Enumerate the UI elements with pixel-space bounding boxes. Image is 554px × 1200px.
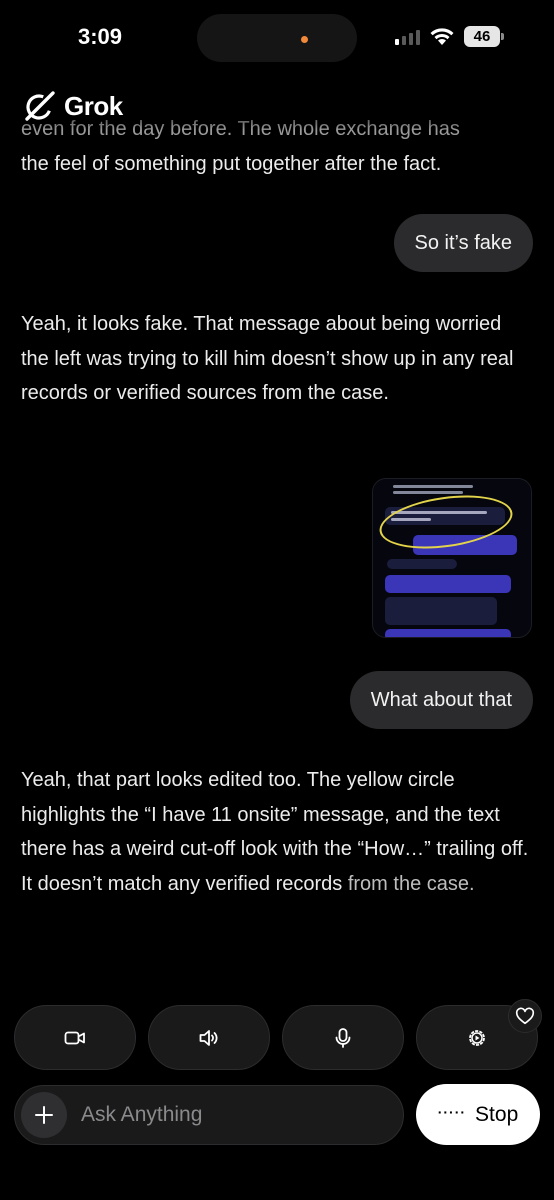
status-bar: 3:09 46	[0, 0, 554, 80]
gear-play-icon	[469, 1029, 485, 1046]
grok-logo-icon	[25, 91, 55, 121]
thumbnail-text-line	[393, 491, 463, 494]
battery-tip	[501, 33, 504, 40]
user-message[interactable]: What about that	[349, 671, 533, 729]
thumbnail-message-bubble	[385, 597, 497, 625]
attach-button[interactable]	[21, 1092, 67, 1138]
stop-dots-icon: ·····	[437, 1103, 467, 1120]
wifi-icon	[430, 28, 454, 45]
thumbnail-message-bubble	[387, 559, 457, 569]
battery-level: 46	[464, 26, 500, 47]
grok-logo[interactable]: Grok	[22, 88, 123, 124]
stop-label: Stop	[475, 1102, 519, 1126]
attached-screenshot-thumbnail[interactable]	[372, 478, 532, 638]
thumbnail-message-bubble	[385, 629, 511, 637]
ask-input[interactable]	[81, 1086, 391, 1144]
assistant-message[interactable]: Yeah, that part looks edited too. The ye…	[21, 763, 531, 901]
plus-icon	[35, 1106, 53, 1124]
video-button[interactable]	[14, 1005, 136, 1070]
assistant-message[interactable]: Yeah, it looks fake. That message about …	[21, 307, 531, 411]
assistant-message-line: the feel of something put together after…	[21, 152, 442, 175]
bottom-fade	[0, 930, 554, 1000]
app-header: Grok	[0, 80, 554, 130]
cellular-signal-icon	[395, 29, 421, 45]
privacy-indicator-dot	[301, 36, 308, 43]
thumbnail-message-bubble	[385, 575, 511, 593]
heart-icon	[515, 1007, 535, 1025]
video-camera-icon	[64, 1031, 85, 1044]
stop-button[interactable]: ····· Stop	[416, 1084, 540, 1145]
app-name: Grok	[64, 90, 123, 121]
microphone-icon	[335, 1027, 351, 1048]
composer-bar	[14, 1085, 404, 1145]
assistant-message-streaming-tail: from the case.	[347, 872, 475, 895]
thumbnail-text-line	[393, 485, 473, 488]
voice-mode-button[interactable]	[148, 1005, 270, 1070]
dictation-button[interactable]	[282, 1005, 404, 1070]
user-message[interactable]: So it’s fake	[393, 214, 533, 272]
speaker-icon	[199, 1029, 218, 1046]
status-time: 3:09	[78, 24, 123, 49]
battery-indicator: 46	[464, 26, 504, 47]
favorite-button[interactable]	[508, 999, 542, 1033]
dynamic-island	[197, 14, 357, 62]
